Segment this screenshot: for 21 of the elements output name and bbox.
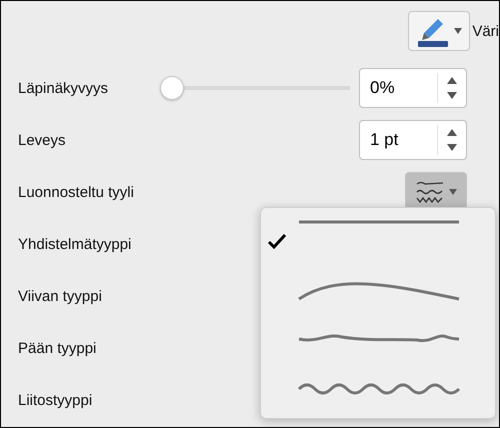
number-field[interactable]: 0% [359,68,467,108]
increment-icon[interactable] [447,129,457,136]
field-label: Yhdistelmätyyppi [18,236,132,252]
field-label: Liitostyyppi [18,392,92,408]
number-input[interactable]: 1 pt [360,130,437,150]
decrement-icon[interactable] [447,92,457,99]
field-label: Luonnosteltu tyyli [18,184,134,200]
increment-icon[interactable] [447,77,457,84]
number-input[interactable]: 0% [360,78,437,98]
field-label: Pään tyyppi [18,340,96,356]
number-field[interactable]: 1 pt [359,120,467,160]
caret-icon [449,189,457,195]
field-label: Leveys [18,132,66,148]
field-label: Läpinäkyvyys [18,80,108,96]
squiggle-icon [415,180,445,204]
field-label: Viivan tyyppi [18,288,102,304]
slider-thumb[interactable] [160,76,184,100]
decrement-icon[interactable] [447,144,457,151]
caret-icon [454,28,462,34]
color-label: Väri [472,22,499,40]
line-color-button[interactable] [408,11,470,51]
